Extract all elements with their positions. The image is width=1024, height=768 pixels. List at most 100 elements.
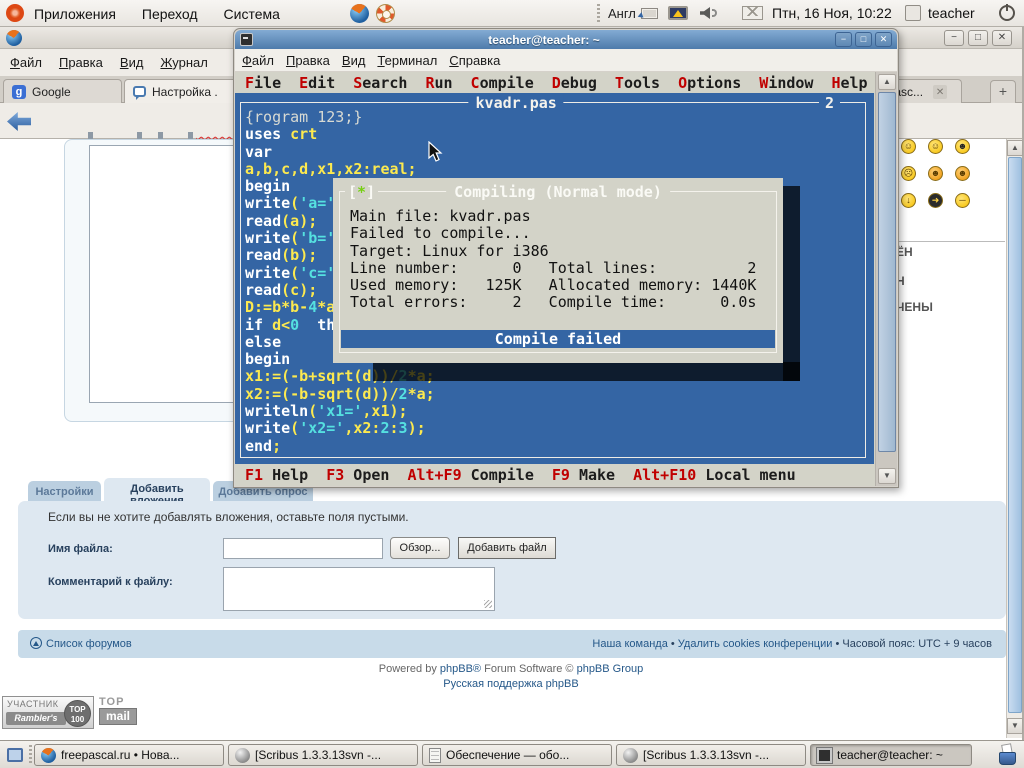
russian-support-link[interactable]: Русская поддержка phpBB (443, 678, 578, 690)
ide-menu-edit[interactable]: Edit (299, 74, 335, 92)
cool-smiley-icon[interactable]: ☻ (955, 139, 970, 154)
scroll-down-icon[interactable]: ▼ (1007, 718, 1023, 734)
filename-input[interactable] (223, 538, 383, 559)
status-make[interactable]: F9 Make (552, 466, 615, 484)
ide-menu-options[interactable]: Options (678, 74, 741, 92)
rambler-top100-badge[interactable]: УЧАСТНИК Rambler's TOP100 (2, 696, 94, 729)
scroll-up-icon[interactable]: ▲ (1007, 140, 1023, 156)
neutral-smiley-icon[interactable]: ─ (955, 193, 970, 208)
taskbar-button[interactable]: teacher@teacher: ~ (810, 744, 972, 766)
panel-menu-item[interactable]: Система (224, 6, 280, 22)
ubuntu-logo-icon[interactable] (6, 4, 24, 22)
terminal-menu-item[interactable]: Терминал (377, 53, 437, 68)
terminal-minimize-button[interactable]: − (835, 32, 852, 47)
taskbar-button[interactable]: Обеспечение — обо... (422, 744, 612, 766)
status-help[interactable]: F1 Help (245, 466, 308, 484)
firefox-minimize-button[interactable]: − (944, 30, 964, 46)
phpbb-group-link[interactable]: phpBB Group (577, 663, 644, 675)
taskbar-button[interactable]: [Scribus 1.3.3.13svn -... (228, 744, 418, 766)
gnome-top-panel: Приложения Переход Система Англ Птн, 16 Но… (0, 0, 1024, 27)
ide-menu-window[interactable]: Window (759, 74, 813, 92)
scrollbar-thumb[interactable] (878, 92, 896, 452)
footer-link[interactable]: Удалить cookies конференции (678, 638, 833, 650)
arrow-smiley-icon[interactable]: ➜ (928, 193, 943, 208)
ide-menu-compile[interactable]: Compile (471, 74, 534, 92)
firefox-close-button[interactable]: ✕ (992, 30, 1012, 46)
power-icon[interactable] (999, 5, 1015, 21)
status-local-menu[interactable]: Alt+F10 Local menu (633, 466, 796, 484)
ide-menu-debug[interactable]: Debug (552, 74, 597, 92)
taskbar-button[interactable]: freepascal.ru • Нова... (34, 744, 224, 766)
footer-link[interactable]: Наша команда (592, 638, 667, 650)
tab-add-attachment[interactable]: Добавить вложения (104, 478, 210, 501)
help-launcher-icon[interactable] (376, 4, 395, 23)
sidebar-text-fragment: ЧЕНЫ (896, 300, 933, 314)
trash-icon[interactable] (996, 744, 1020, 766)
dizzy-smiley-icon[interactable]: ☺ (901, 139, 916, 154)
terminal-menu-item[interactable]: Вид (342, 53, 366, 68)
panel-menu-item[interactable]: Переход (142, 6, 198, 22)
tab-google[interactable]: g Google (3, 79, 122, 103)
sad-smiley-icon[interactable]: ☹ (901, 166, 916, 181)
scribus-icon (623, 748, 638, 763)
show-desktop-button[interactable] (3, 744, 27, 766)
browser-scrollbar[interactable]: ▲ ▼ (1006, 139, 1022, 738)
mail-icon[interactable] (742, 6, 763, 20)
smile-smiley-icon[interactable]: ☺ (928, 139, 943, 154)
top-mail-badge[interactable]: TOP mail (99, 696, 141, 730)
firefox-maximize-button[interactable]: □ (968, 30, 988, 46)
terminal-menu-item[interactable]: Правка (286, 53, 330, 68)
idea-smiley-icon[interactable]: ↓ (901, 193, 916, 208)
firefox-menu-item[interactable]: Журнал (160, 55, 207, 70)
file-comment-textarea[interactable] (223, 567, 495, 611)
firefox-menu-item[interactable]: Файл (10, 55, 42, 70)
devil2-smiley-icon[interactable]: ☻ (955, 166, 970, 181)
tab-close-icon[interactable]: ✕ (933, 85, 947, 99)
firefox-menu-item[interactable]: Вид (120, 55, 144, 70)
taskbar-button[interactable]: [Scribus 1.3.3.13svn -... (616, 744, 806, 766)
status-open[interactable]: F3 Open (326, 466, 389, 484)
status-compile[interactable]: Alt+F9 Compile (407, 466, 533, 484)
scroll-up-icon[interactable]: ▲ (878, 74, 896, 90)
terminal-menu-item[interactable]: Файл (242, 53, 274, 68)
keyboard-layout-indicator[interactable]: Англ (608, 6, 636, 21)
forum-index-link[interactable]: Список форумов (46, 638, 132, 650)
scrollbar-thumb[interactable] (1008, 157, 1022, 713)
resize-grip[interactable] (484, 600, 492, 608)
phpbb-link[interactable]: phpBB® (440, 663, 481, 675)
new-tab-button[interactable]: + (990, 80, 1016, 103)
panel-menu-item[interactable]: Приложения (34, 6, 116, 22)
firefox-menu-item[interactable]: Правка (59, 55, 103, 70)
devil-smiley-icon[interactable]: ☻ (928, 166, 943, 181)
ide-menu-run[interactable]: Run (425, 74, 452, 92)
ide-menu-file[interactable]: File (245, 74, 281, 92)
ide-menu-tools[interactable]: Tools (615, 74, 660, 92)
keyboard-icon[interactable] (641, 8, 658, 19)
tab-options[interactable]: Настройки (28, 481, 101, 501)
terminal-close-button[interactable]: ✕ (875, 32, 892, 47)
menu-accel: С (449, 53, 458, 68)
volume-wave-icon (712, 9, 717, 17)
ide-menu-help[interactable]: Help (831, 74, 867, 92)
display-icon[interactable] (668, 6, 688, 20)
compile-failed-button[interactable]: Compile failed (341, 330, 775, 348)
volume-icon[interactable] (700, 7, 710, 19)
scroll-down-icon[interactable]: ▼ (878, 468, 896, 484)
ide-editor[interactable]: kvadr.pas 2 {rogram 123;}uses crtvara,b,… (235, 93, 874, 464)
browse-button[interactable]: Обзор... (390, 537, 450, 559)
ide-menu-search[interactable]: Search (353, 74, 407, 92)
terminal-maximize-button[interactable]: □ (855, 32, 872, 47)
code-line: {rogram 123;} (245, 109, 435, 126)
show-desktop-icon (7, 748, 23, 762)
add-file-button[interactable]: Добавить файл (458, 537, 556, 559)
terminal-menu-item[interactable]: Справка (449, 53, 500, 68)
user-status-icon[interactable] (905, 5, 921, 21)
user-menu[interactable]: teacher (928, 5, 975, 21)
back-button[interactable] (7, 112, 31, 131)
terminal-titlebar[interactable]: teacher@teacher: ~ − □ ✕ (235, 30, 897, 49)
panel-menus: Приложения Переход Система (34, 0, 280, 27)
clock-applet[interactable]: Птн, 16 Ноя, 10:22 (772, 5, 892, 21)
terminal-scrollbar[interactable]: ▲ ▼ (875, 72, 897, 486)
firefox-launcher-icon[interactable] (350, 4, 369, 23)
taskbar: freepascal.ru • Нова...[Scribus 1.3.3.13… (0, 740, 1024, 768)
